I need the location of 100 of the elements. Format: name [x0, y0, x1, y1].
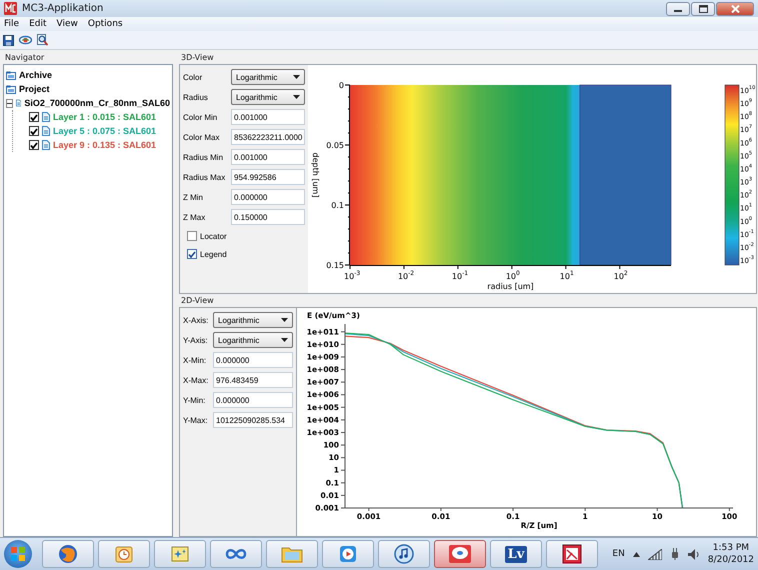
caret-icon [281, 318, 288, 322]
infinity-icon [225, 548, 247, 560]
tick-label: 10$^{1}$ [560, 270, 574, 281]
input-field[interactable]: 976.483459 [213, 372, 293, 388]
taskbar-button[interactable] [434, 540, 486, 568]
field-label: Radius Min [183, 152, 224, 162]
folder-icon [281, 545, 303, 563]
input-field[interactable]: 85362223211.0000 [231, 129, 305, 145]
start-button[interactable] [4, 540, 32, 568]
axis-label: depth [um] [311, 152, 320, 198]
caret-icon [281, 338, 288, 342]
checkmark-icon [188, 250, 196, 258]
input-field[interactable]: 954.992586 [231, 169, 305, 185]
input-field[interactable]: 0.000000 [213, 352, 293, 368]
panel-title: Navigator [4, 53, 46, 64]
clock-date[interactable]: 8/20/2012 [708, 554, 754, 566]
maximize-icon [698, 4, 708, 12]
field-label: Color Min [183, 112, 218, 122]
tick-label: 10$^{0}$ [506, 270, 520, 281]
tree-item[interactable]: Archive [19, 70, 52, 80]
dropdown[interactable]: Logarithmic [231, 89, 305, 105]
tree-item[interactable]: Layer 9 : 0.135 : SAL601 [53, 140, 156, 150]
play-icon [339, 545, 357, 563]
input-field[interactable]: 0.000000 [213, 392, 293, 408]
taskbar-button[interactable] [546, 540, 598, 568]
tick-label: 10$^{-2}$ [398, 270, 414, 281]
field-label: Y-Max: [183, 416, 209, 424]
panel-title: 2D-View [180, 296, 215, 307]
checkbox[interactable] [187, 231, 197, 241]
field-label: Radius [183, 92, 209, 102]
field-label: Z Max [183, 212, 206, 222]
language-indicator[interactable]: EN [612, 549, 625, 559]
signal-icon[interactable] [648, 548, 662, 560]
dropdown[interactable]: Logarithmic [213, 332, 293, 348]
document-icon [42, 140, 50, 150]
taskbar-button[interactable] [378, 540, 430, 568]
collapse-toggle[interactable] [6, 98, 13, 108]
caret-icon [293, 95, 300, 99]
input-field[interactable]: 0.001000 [231, 109, 305, 125]
field-label: Color [183, 72, 204, 82]
checkbox[interactable] [29, 126, 39, 136]
folder-icon [6, 84, 16, 94]
sparkle-icon [170, 544, 190, 564]
taskbar-button[interactable] [210, 540, 262, 568]
chart-icon [562, 544, 582, 564]
windows-logo-icon [11, 547, 25, 561]
field-label: Y-Axis: [183, 336, 209, 344]
tick-label: 0 [338, 81, 344, 90]
app-logo-icon [4, 2, 17, 15]
window-title: MC3-Applikation [22, 3, 104, 14]
field-label: X-Max: [183, 376, 210, 384]
clock-time[interactable]: 1:53 PM [712, 542, 750, 554]
document-icon [42, 112, 50, 122]
tick-label: 10$^{-3}$ [344, 270, 360, 281]
save-icon[interactable] [3, 34, 14, 46]
eye-icon[interactable] [19, 35, 32, 45]
input-field[interactable]: 0.150000 [231, 209, 305, 225]
field-label: X-Axis: [183, 316, 210, 324]
volume-icon[interactable] [688, 548, 700, 560]
maximize-button[interactable] [691, 2, 715, 16]
checkbox[interactable] [29, 140, 39, 150]
input-field[interactable]: 101225090285.534 [213, 412, 293, 428]
field-label: Radius Max [183, 172, 226, 182]
document-icon [42, 126, 50, 136]
tree-item[interactable]: SiO2_700000nm_Cr_80nm_SAL60 [24, 98, 170, 108]
input-field[interactable]: 0.001000 [231, 149, 305, 165]
field-label: Y-Min: [183, 396, 206, 404]
tree-item[interactable]: Project [19, 84, 50, 94]
tick-label: 0.1 [331, 201, 344, 210]
menu-item[interactable]: Options [88, 19, 123, 29]
music-note-icon [394, 544, 414, 564]
dropdown[interactable]: Logarithmic [231, 69, 305, 85]
dropdown[interactable]: Logarithmic [213, 312, 293, 328]
menu-item[interactable]: View [56, 19, 78, 29]
minimize-button[interactable] [666, 2, 690, 16]
tick-label: 0.05 [326, 141, 344, 150]
field-label: X-Min: [183, 356, 208, 364]
globe-icon [58, 544, 78, 564]
panel-title: 3D-View [180, 53, 215, 64]
field-label: Z Min [183, 192, 204, 202]
folder-icon [6, 70, 16, 80]
minus-icon [7, 100, 12, 106]
checkbox[interactable] [29, 112, 39, 122]
input-field[interactable]: 0.000000 [231, 189, 305, 205]
checkbox-label: Legend [200, 250, 227, 258]
checkbox[interactable] [187, 249, 197, 259]
menu-item[interactable]: File [4, 19, 20, 29]
close-icon [730, 4, 740, 12]
clock-icon [114, 544, 134, 564]
axis-label: radius [um] [487, 282, 534, 291]
menu-item[interactable]: Edit [29, 19, 46, 29]
taskbar-button[interactable] [42, 540, 94, 568]
document-icon [16, 98, 22, 108]
power-plug-icon[interactable] [670, 548, 680, 560]
tick-label: 0.15 [326, 261, 344, 270]
search-icon[interactable] [37, 34, 48, 46]
caret-icon[interactable] [632, 552, 640, 556]
tick-label: 10$^{2}$ [614, 270, 628, 281]
close-button[interactable] [716, 2, 754, 16]
taskbar-button[interactable]: Lv [490, 540, 542, 568]
